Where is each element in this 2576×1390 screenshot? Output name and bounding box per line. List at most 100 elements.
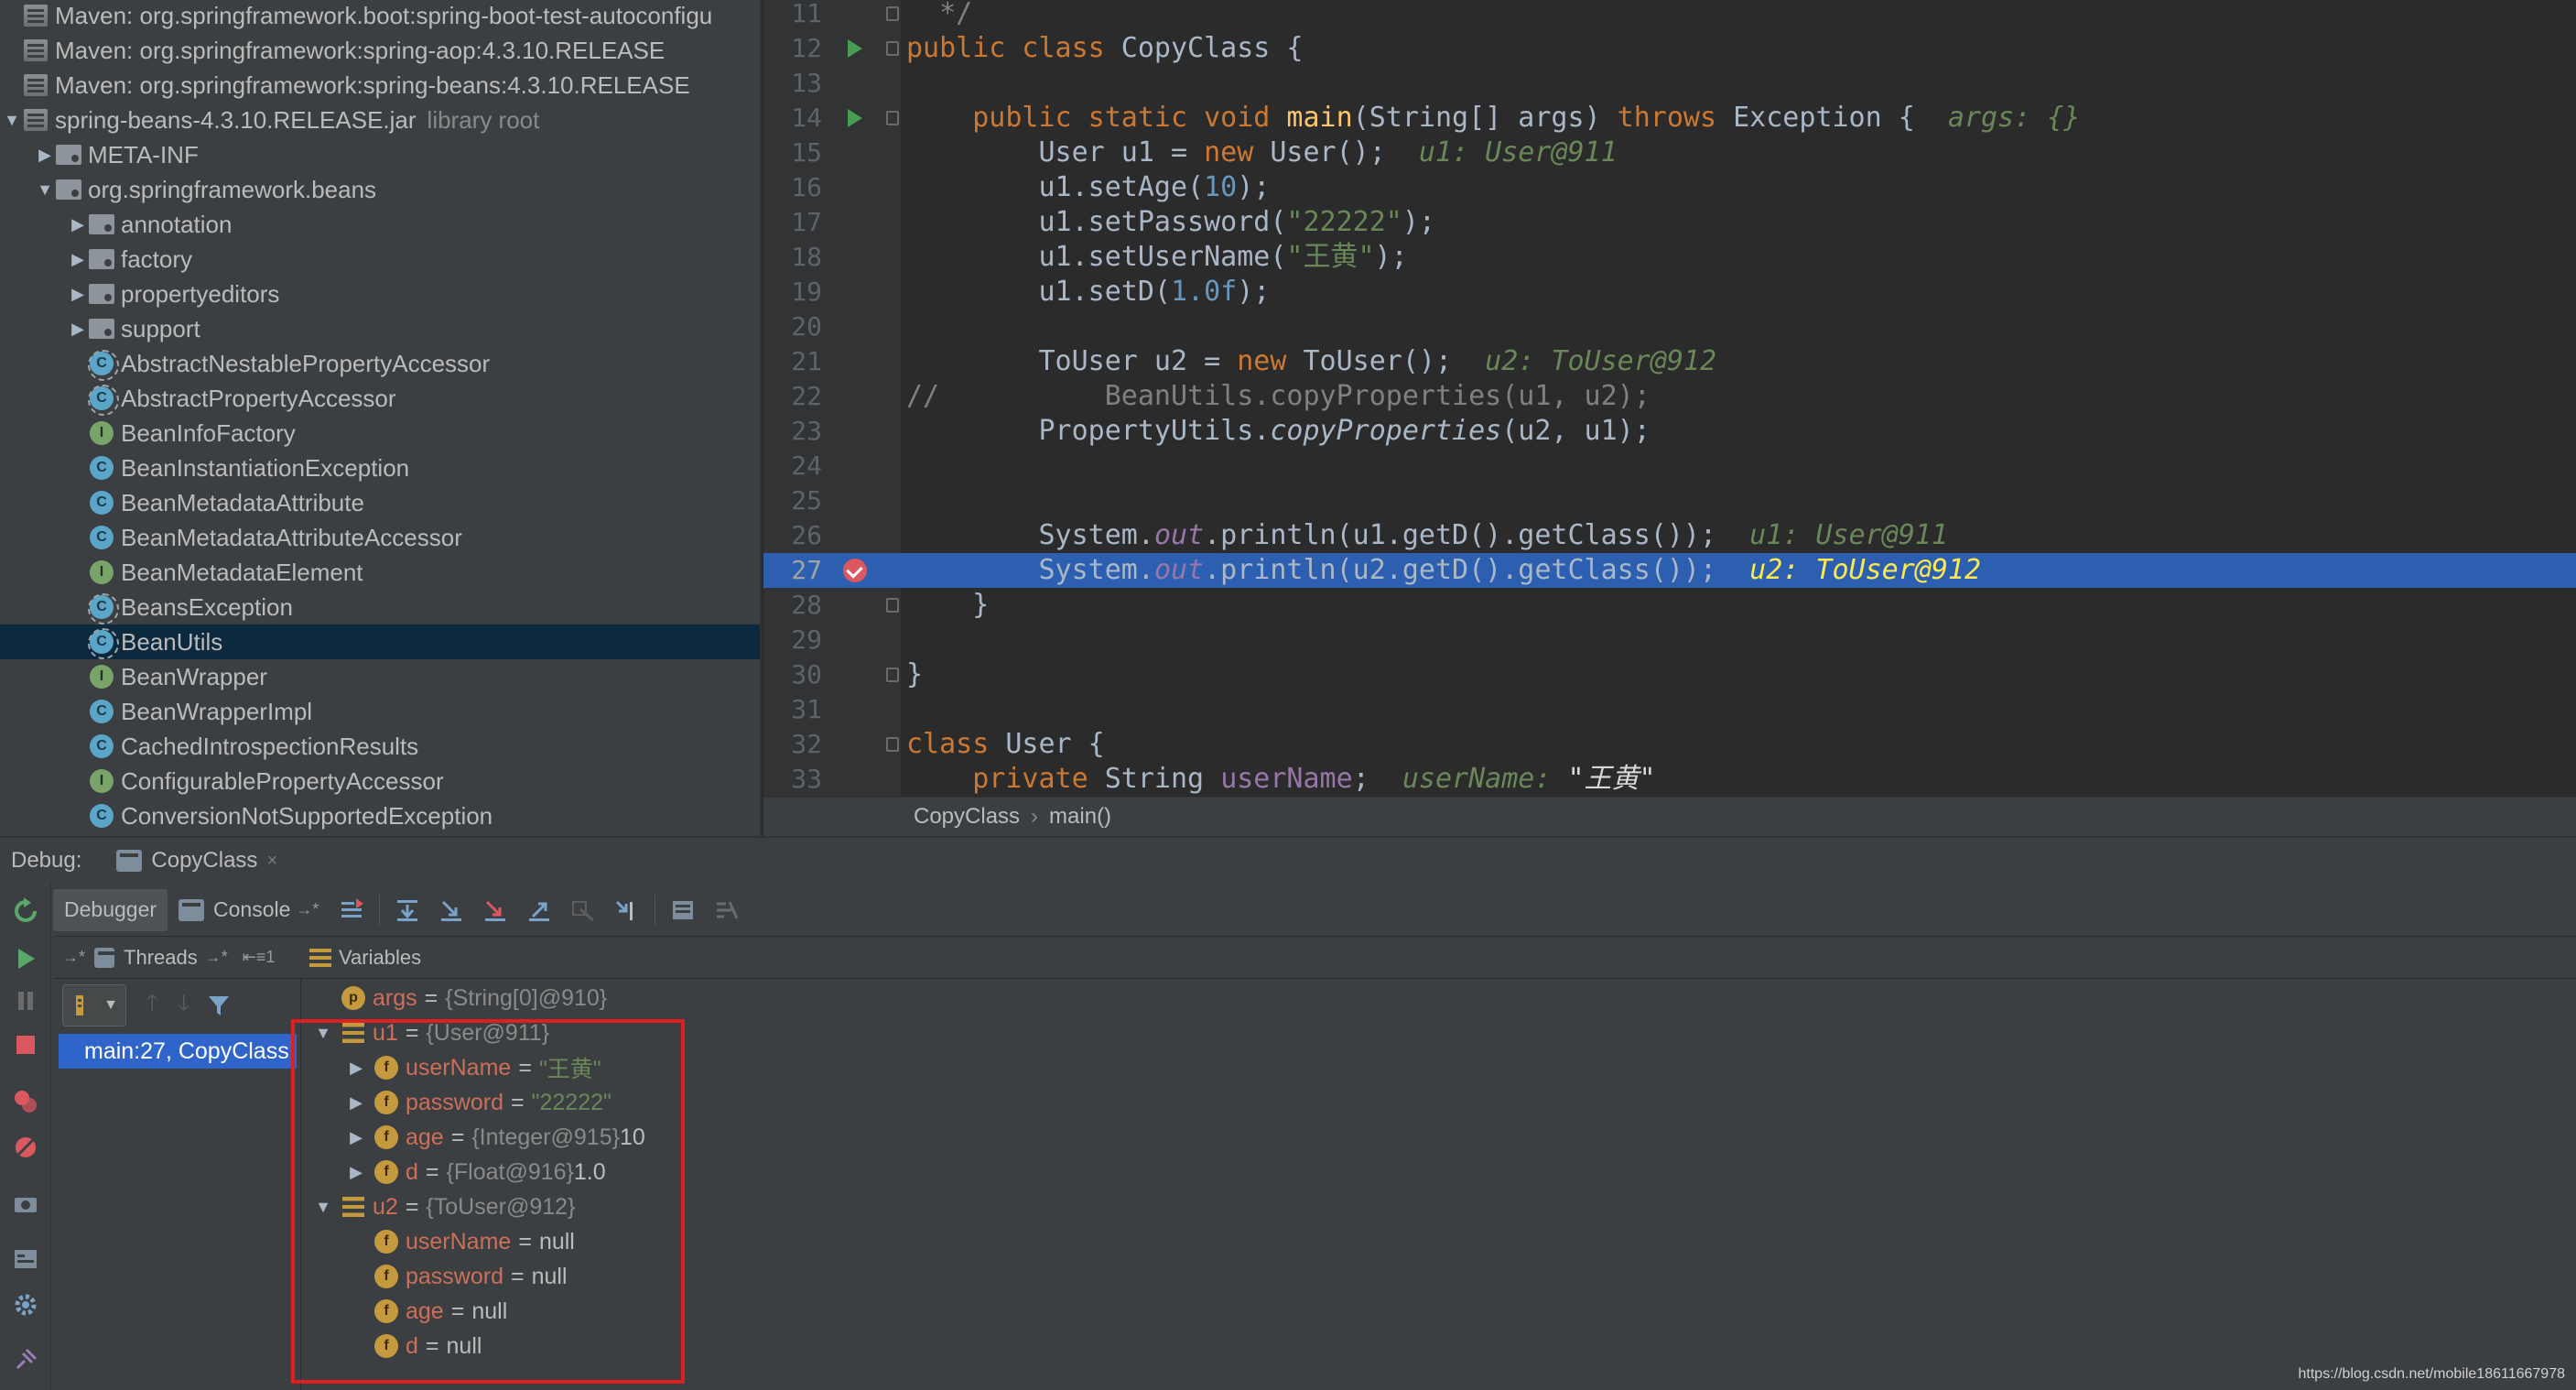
tree-item[interactable]: I BeanWrapper <box>0 659 760 694</box>
code-line[interactable]: 12 public class CopyClass { <box>763 31 2576 66</box>
tree-item[interactable]: C ConversionNotSupportedException <box>0 798 760 833</box>
line-number[interactable]: 25 <box>763 483 822 518</box>
step-over-icon[interactable] <box>392 895 423 926</box>
line-number[interactable]: 26 <box>763 518 822 553</box>
line-number[interactable]: 29 <box>763 623 822 657</box>
tree-item[interactable]: ▶ META-INF <box>0 137 760 172</box>
code-line[interactable]: 26 System.out.println(u1.getD().getClass… <box>763 518 2576 553</box>
fold-marker-icon[interactable] <box>886 111 899 125</box>
arrow-up-icon[interactable]: 🡑 <box>146 987 157 1025</box>
code-line[interactable]: 29 <box>763 623 2576 657</box>
line-number[interactable]: 15 <box>763 136 822 170</box>
expand-arrow-down-icon[interactable]: ▼ <box>35 180 55 200</box>
code-line[interactable]: 18 u1.setUserName("王黄"); <box>763 240 2576 275</box>
expand-arrow-down-icon[interactable]: ▼ <box>312 1198 334 1217</box>
project-tree-panel[interactable]: Maven: org.springframework.boot:spring-b… <box>0 0 762 836</box>
variable-row[interactable]: f d = null <box>345 1329 482 1363</box>
fold-marker-icon[interactable] <box>886 668 899 682</box>
resume-icon[interactable] <box>11 944 40 973</box>
line-number[interactable]: 22 <box>763 379 822 414</box>
tree-item[interactable]: Maven: org.springframework:spring-aop:4.… <box>0 33 760 68</box>
line-number[interactable]: 30 <box>763 657 822 692</box>
arrow-down-icon[interactable]: 🡓 <box>178 987 189 1025</box>
variables-panel[interactable]: p args = {String[0]@910} ▼ u1 = {User@911} ▶ f use… <box>300 979 2576 1390</box>
tab-debugger[interactable]: Debugger <box>53 888 168 931</box>
filter-icon[interactable] <box>206 993 232 1018</box>
expand-arrow-right-icon[interactable]: ▶ <box>345 1163 367 1182</box>
settings-gear-icon[interactable] <box>11 1290 40 1319</box>
tree-item[interactable]: I BeanInfoFactory <box>0 416 760 451</box>
line-number[interactable]: 33 <box>763 762 822 797</box>
run-gutter-icon[interactable] <box>842 101 868 136</box>
expand-arrow-down-icon[interactable]: ▼ <box>2 111 22 130</box>
stop-icon[interactable] <box>11 1030 40 1059</box>
fold-marker-icon[interactable] <box>886 598 899 613</box>
current-execution-line[interactable]: 27 System.out.println(u2.getD().getClass… <box>763 553 2576 588</box>
threads-label[interactable]: Threads <box>124 946 198 970</box>
variable-row[interactable]: p args = {String[0]@910} <box>312 981 607 1015</box>
code-editor[interactable]: 11 */12 public class CopyClass {13 14 publ… <box>763 0 2576 797</box>
tree-item[interactable]: ▶ propertyeditors <box>0 277 760 311</box>
evaluate-expression-icon[interactable] <box>667 895 698 926</box>
tree-item[interactable]: C BeanMetadataAttributeAccessor <box>0 520 760 555</box>
breadcrumb-method[interactable]: main() <box>1049 804 1111 830</box>
expand-arrow-down-icon[interactable]: ▼ <box>312 1024 334 1043</box>
variable-row[interactable]: ▼ u2 = {ToUser@912} <box>312 1189 575 1224</box>
line-number[interactable]: 13 <box>763 66 822 101</box>
expand-arrow-right-icon[interactable]: ▶ <box>68 285 88 304</box>
tree-item[interactable]: ▼ org.springframework.beans <box>0 172 760 207</box>
line-number[interactable]: 17 <box>763 205 822 240</box>
variable-row[interactable]: ▶ f password = "22222" <box>345 1085 612 1120</box>
code-line[interactable]: 13 <box>763 66 2576 101</box>
code-line[interactable]: 22 // BeanUtils.copyProperties(u1, u2); <box>763 379 2576 414</box>
line-number[interactable]: 28 <box>763 588 822 623</box>
layout-icon[interactable] <box>11 1244 40 1274</box>
tree-item[interactable]: C AbstractPropertyAccessor <box>0 381 760 416</box>
tree-item[interactable]: C BeansException <box>0 590 760 624</box>
layout-toggle-icon[interactable]: ⇤≡1 <box>243 948 276 967</box>
pin-icon[interactable] <box>11 1345 40 1374</box>
expand-arrow-right-icon[interactable]: ▶ <box>345 1093 367 1113</box>
variable-row[interactable]: ▼ u1 = {User@911} <box>312 1015 549 1050</box>
rerun-icon[interactable] <box>11 896 40 926</box>
thread-selector[interactable]: ▼ <box>62 984 126 1026</box>
step-out-icon[interactable] <box>524 895 555 926</box>
line-number[interactable]: 20 <box>763 309 822 344</box>
code-line[interactable]: 16 u1.setAge(10); <box>763 170 2576 205</box>
show-execution-point-icon[interactable] <box>336 895 367 926</box>
code-line[interactable]: 11 */ <box>763 0 2576 31</box>
tab-console[interactable]: Console →* <box>168 889 330 931</box>
line-number[interactable]: 24 <box>763 449 822 483</box>
tree-item[interactable]: ▶ factory <box>0 242 760 277</box>
arrow-pin-icon[interactable]: →* <box>205 948 228 967</box>
tree-item[interactable]: C BeanInstantiationException <box>0 451 760 485</box>
fold-marker-icon[interactable] <box>886 6 899 21</box>
close-icon[interactable]: × <box>266 851 277 872</box>
tree-item[interactable]: Maven: org.springframework.boot:spring-b… <box>0 0 760 33</box>
expand-arrow-right-icon[interactable]: ▶ <box>68 250 88 269</box>
mute-breakpoints-icon[interactable] <box>11 1133 40 1162</box>
tree-item[interactable]: I ConfigurablePropertyAccessor <box>0 764 760 798</box>
camera-icon[interactable] <box>11 1189 40 1219</box>
code-line[interactable]: 15 User u1 = new User(); u1: User@911 <box>763 136 2576 170</box>
line-number[interactable]: 12 <box>763 31 822 66</box>
code-line[interactable]: 30} <box>763 657 2576 692</box>
tree-item[interactable]: C BeanWrapperImpl <box>0 694 760 729</box>
drop-frame-icon[interactable] <box>568 895 599 926</box>
code-line[interactable]: 33 private String userName; userName: "王… <box>763 762 2576 797</box>
tree-item[interactable]: C BeanUtils <box>0 624 760 659</box>
stack-frame-item[interactable]: main:27, CopyClass <box>59 1034 297 1069</box>
line-number[interactable]: 18 <box>763 240 822 275</box>
code-line[interactable]: 31 <box>763 692 2576 727</box>
expand-arrow-right-icon[interactable]: ▶ <box>68 320 88 339</box>
arrow-pin-icon[interactable]: →* <box>62 948 85 967</box>
code-line[interactable]: 21 ToUser u2 = new ToUser(); u2: ToUser@… <box>763 344 2576 379</box>
variable-row[interactable]: f age = null <box>345 1294 507 1329</box>
breakpoint-icon[interactable] <box>842 553 868 588</box>
tree-item[interactable]: C BeanMetadataAttribute <box>0 485 760 520</box>
line-number[interactable]: 32 <box>763 727 822 762</box>
line-number[interactable]: 16 <box>763 170 822 205</box>
code-line[interactable]: 25 <box>763 483 2576 518</box>
variable-row[interactable]: ▶ f d = {Float@916} 1.0 <box>345 1155 606 1189</box>
trace-stream-icon[interactable] <box>711 895 742 926</box>
